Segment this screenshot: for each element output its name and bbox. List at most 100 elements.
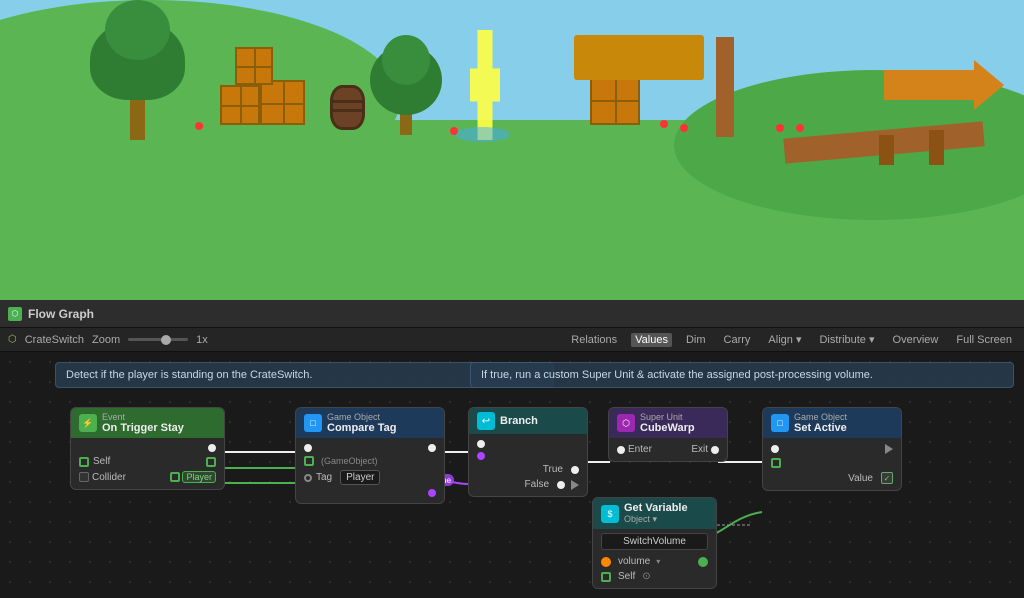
node-set-active[interactable]: □ Game Object Set Active Value ✓ bbox=[762, 407, 902, 491]
volume-port-out bbox=[698, 557, 708, 567]
flower-2 bbox=[450, 127, 458, 135]
branch-flow-in bbox=[477, 440, 485, 448]
compare-flow-out bbox=[428, 444, 436, 452]
super-exit-out bbox=[711, 446, 719, 454]
title-bar: ⬡ Flow Graph bbox=[0, 300, 1024, 328]
collider-port-out bbox=[170, 472, 180, 482]
flow-canvas[interactable]: True Detect if the player is standing on… bbox=[0, 352, 1024, 598]
set-active-flow-in bbox=[771, 445, 779, 453]
trigger-self-row: Self bbox=[79, 454, 216, 469]
node-compare-tag[interactable]: □ Game Object Compare Tag (GameObject) bbox=[295, 407, 445, 504]
node-branch[interactable]: ↩ Branch True False bbox=[468, 407, 588, 497]
node-trigger-header: ⚡ Event On Trigger Stay bbox=[71, 408, 224, 438]
toolbar-right: Relations Values Dim Carry Align ▾ Distr… bbox=[567, 332, 1016, 347]
branch-false-row: False bbox=[477, 477, 579, 492]
toolbar-dim[interactable]: Dim bbox=[682, 333, 710, 347]
compare-obj-port bbox=[304, 456, 314, 466]
branch-icon: ↩ bbox=[477, 412, 495, 430]
self-port-in bbox=[79, 457, 89, 467]
branch-false-tri bbox=[571, 480, 579, 490]
zoom-slider[interactable] bbox=[128, 338, 188, 341]
breadcrumb[interactable]: CrateSwitch bbox=[25, 334, 84, 346]
super-enter-row: Enter Exit bbox=[617, 442, 719, 457]
node-get-variable[interactable]: $ Get Variable Object ▾ SwitchVolume vol… bbox=[592, 497, 717, 589]
tree-top-center-2 bbox=[382, 35, 430, 85]
switch-volume-label: SwitchVolume bbox=[601, 533, 708, 550]
compare-tag-port bbox=[304, 474, 312, 482]
super-unit-title: CubeWarp bbox=[640, 422, 695, 434]
super-unit-body: Enter Exit bbox=[609, 438, 727, 461]
sign-post-board bbox=[574, 35, 704, 80]
trigger-collider-row: Collider Player bbox=[79, 469, 216, 485]
toolbar-fullscreen[interactable]: Full Screen bbox=[952, 333, 1016, 347]
zoom-value: 1x bbox=[196, 334, 208, 346]
get-variable-body: SwitchVolume volume ▾ Self ⊙ bbox=[593, 529, 716, 588]
compare-bool-out bbox=[428, 489, 436, 497]
crate-left-stacked bbox=[235, 47, 273, 85]
bridge-support-1 bbox=[929, 130, 944, 165]
player-badge: Player bbox=[182, 471, 216, 483]
trigger-title: On Trigger Stay bbox=[102, 422, 184, 434]
flower-6 bbox=[776, 124, 784, 132]
self-port-out bbox=[206, 457, 216, 467]
branch-body: True False bbox=[469, 434, 587, 496]
node-super-unit[interactable]: ⬡ Super Unit CubeWarp Enter Exit bbox=[608, 407, 728, 462]
barrel bbox=[330, 85, 365, 130]
branch-flow-in-row bbox=[477, 438, 579, 450]
set-active-flow-out bbox=[885, 444, 893, 454]
toolbar-carry[interactable]: Carry bbox=[720, 333, 755, 347]
trigger-flow-out bbox=[208, 444, 216, 452]
branch-title: Branch bbox=[500, 415, 538, 427]
tree-top-left-2 bbox=[105, 0, 170, 60]
volume-dropdown[interactable]: ▾ bbox=[656, 557, 660, 566]
zoom-label: Zoom bbox=[92, 334, 120, 346]
toolbar-align[interactable]: Align ▾ bbox=[764, 332, 805, 347]
trigger-icon: ⚡ bbox=[79, 414, 97, 432]
crate-left-2 bbox=[220, 85, 260, 125]
toolbar: ⬡ CrateSwitch Zoom 1x Relations Values D… bbox=[0, 328, 1024, 352]
node-on-trigger-stay[interactable]: ⚡ Event On Trigger Stay Self bbox=[70, 407, 225, 490]
branch-header: ↩ Branch bbox=[469, 408, 587, 434]
branch-false-out bbox=[557, 481, 565, 489]
game-viewport bbox=[0, 0, 1024, 300]
title-bar-title: Flow Graph bbox=[28, 307, 1016, 321]
volume-port-in bbox=[601, 557, 611, 567]
flower-5 bbox=[796, 124, 804, 132]
collider-icon bbox=[79, 472, 89, 482]
compare-tag-row: Tag Player bbox=[304, 468, 436, 487]
toolbar-values[interactable]: Values bbox=[631, 333, 672, 347]
get-variable-volume-row: volume ▾ bbox=[601, 554, 708, 569]
compare-tag-icon: □ bbox=[304, 414, 322, 432]
toolbar-distribute[interactable]: Distribute ▾ bbox=[815, 332, 878, 347]
breadcrumb-icon: ⬡ bbox=[8, 334, 17, 345]
crate-center-1 bbox=[590, 75, 640, 125]
toolbar-relations[interactable]: Relations bbox=[567, 333, 621, 347]
get-variable-self-row: Self ⊙ bbox=[601, 569, 708, 584]
compare-flow-in bbox=[304, 444, 312, 452]
set-active-icon: □ bbox=[771, 414, 789, 432]
flow-graph-panel: ⬡ Flow Graph ⬡ CrateSwitch Zoom 1x Relat… bbox=[0, 300, 1024, 598]
get-variable-header: $ Get Variable Object ▾ bbox=[593, 498, 716, 529]
zoom-thumb bbox=[161, 335, 171, 345]
set-active-checkbox[interactable]: ✓ bbox=[881, 472, 893, 484]
bridge-support-2 bbox=[879, 135, 894, 165]
compare-tag-title: Compare Tag bbox=[327, 422, 396, 434]
get-variable-title: Get Variable bbox=[624, 502, 688, 514]
branch-cond-in bbox=[477, 452, 485, 460]
branch-true-out bbox=[571, 466, 579, 474]
compare-tag-body: (GameObject) Tag Player bbox=[296, 438, 444, 503]
flower-4 bbox=[680, 124, 688, 132]
flow-graph-icon: ⬡ bbox=[8, 307, 22, 321]
tag-value[interactable]: Player bbox=[340, 470, 380, 485]
toolbar-overview[interactable]: Overview bbox=[889, 333, 943, 347]
compare-obj-row: (GameObject) bbox=[304, 454, 436, 468]
set-active-obj-row bbox=[771, 456, 893, 470]
sign-post-pole bbox=[716, 37, 734, 137]
right-description: If true, run a custom Super Unit & activ… bbox=[470, 362, 1014, 388]
set-active-body: Value ✓ bbox=[763, 438, 901, 490]
trigger-body: Self Collider Player bbox=[71, 438, 224, 489]
get-variable-sub: Object ▾ bbox=[624, 514, 688, 525]
set-active-value-row: Value ✓ bbox=[771, 470, 893, 486]
super-unit-header: ⬡ Super Unit CubeWarp bbox=[609, 408, 727, 438]
compare-flow-row bbox=[304, 442, 436, 454]
